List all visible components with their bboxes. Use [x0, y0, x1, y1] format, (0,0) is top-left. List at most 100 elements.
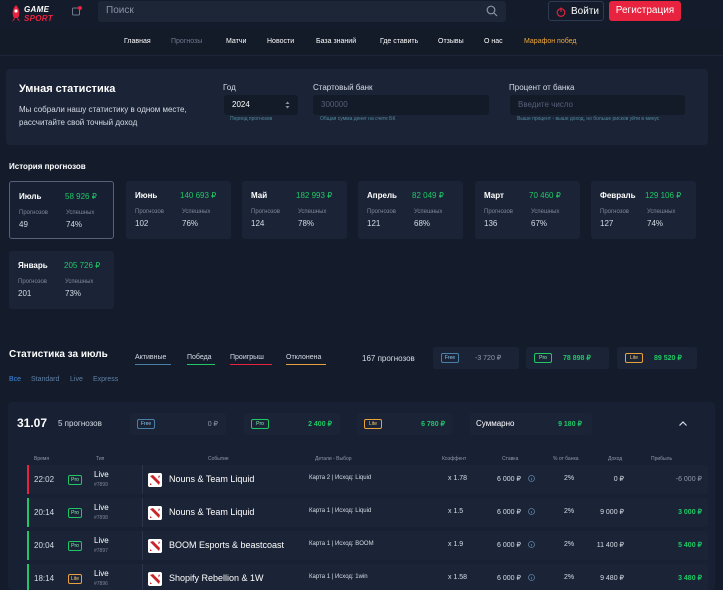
bank-input[interactable]: 300000 — [313, 95, 489, 115]
row-event: BOOM Esports & beastcoast — [169, 540, 285, 550]
year-select[interactable]: 2024 — [224, 95, 298, 115]
legend-active-line — [135, 364, 171, 365]
row-coef: x 1.58 — [448, 574, 468, 581]
success-label: Успешных — [65, 279, 94, 285]
row-kind: Live — [94, 470, 109, 479]
dota2-icon — [148, 572, 162, 586]
table-row[interactable]: 22:02 Pro Live #7899 Nouns & Team Liquid… — [27, 465, 708, 494]
logo-text-top: GAME — [24, 5, 50, 14]
chevron-up-icon[interactable] — [679, 421, 687, 426]
row-stake: 6 000 ₽ — [497, 542, 521, 549]
nav-news[interactable]: Новости — [267, 38, 294, 45]
nav-reviews[interactable]: Отзывы — [438, 38, 464, 45]
count-label: Прогнозов — [367, 209, 396, 215]
day-pro: Pro 2 400 ₽ — [244, 413, 340, 435]
row-pct: 2% — [564, 574, 575, 581]
month-success: 74% — [66, 220, 83, 229]
table-row[interactable]: 20:04 Pro Live #7897 BOOM Esports & beas… — [27, 531, 708, 560]
smart-stats-card: Умная статистика Мы собрали нашу статист… — [6, 69, 708, 145]
info-icon[interactable] — [528, 508, 535, 515]
row-time: 18:14 — [34, 574, 55, 583]
lite-tag: Lite — [364, 419, 382, 429]
nav-predictions[interactable]: Прогнозы — [171, 38, 202, 45]
info-icon[interactable] — [528, 574, 535, 581]
day-free: Free 0 ₽ — [130, 413, 226, 435]
filter-express[interactable]: Express — [93, 376, 118, 383]
month-name: Март — [484, 191, 504, 200]
legend-active[interactable]: Активные — [135, 354, 166, 361]
col-type: Тип — [96, 456, 105, 462]
register-button[interactable]: Регистрация — [609, 1, 681, 21]
table-row[interactable]: 20:14 Pro Live #7898 Nouns & Team Liquid… — [27, 498, 708, 527]
history-title: История прогнозов — [9, 162, 86, 171]
search-bar[interactable]: Поиск — [98, 1, 506, 22]
status-bar — [27, 465, 29, 494]
info-icon[interactable] — [528, 541, 535, 548]
month-card-january[interactable]: Январь 205 726 ₽ Прогнозов Успешных 201 … — [9, 251, 114, 309]
table-row[interactable]: 18:14 Lite Live #7896 Shopify Rebellion … — [27, 564, 708, 590]
power-icon — [556, 7, 566, 17]
month-name: Май — [251, 191, 268, 200]
filter-live[interactable]: Live — [70, 376, 83, 383]
success-label: Успешных — [647, 209, 676, 215]
count-label: Прогнозов — [19, 210, 48, 216]
search-icon[interactable] — [486, 5, 498, 17]
row-divider — [142, 465, 143, 494]
row-id: #7897 — [94, 548, 108, 554]
nav-home[interactable]: Главная — [124, 38, 151, 45]
month-card-july[interactable]: Июль 58 926 ₽ Прогнозов Успешных 49 74% — [9, 181, 114, 239]
month-profit: 205 726 ₽ — [64, 261, 101, 270]
lite-summary: Lite 89 520 ₽ — [617, 347, 697, 369]
notification-icon[interactable] — [72, 6, 82, 16]
count-label: Прогнозов — [18, 279, 47, 285]
info-icon[interactable] — [528, 475, 535, 482]
nav-where-bet[interactable]: Где ставить — [380, 38, 418, 45]
top-header: GAME SPORT Поиск Войти Регистрация — [0, 0, 723, 28]
month-profit: 129 106 ₽ — [645, 191, 682, 200]
row-kind: Live — [94, 536, 109, 545]
row-divider — [142, 531, 143, 560]
legend-rejected[interactable]: Отклонена — [286, 354, 321, 361]
legend-rejected-line — [286, 364, 326, 365]
legend-win[interactable]: Победа — [187, 354, 212, 361]
percent-placeholder: Введите число — [518, 100, 573, 109]
row-stake: 6 000 ₽ — [497, 509, 521, 516]
row-pct: 2% — [564, 508, 575, 515]
nav-matches[interactable]: Матчи — [226, 38, 246, 45]
row-event: Nouns & Team Liquid — [169, 507, 255, 517]
row-stake: 6 000 ₽ — [497, 575, 521, 582]
month-count: 121 — [367, 219, 381, 228]
day-pro-value: 2 400 ₽ — [308, 421, 332, 428]
month-card-march[interactable]: Март 70 460 ₽ Прогнозов Успешных 136 67% — [475, 181, 580, 239]
site-logo[interactable]: GAME SPORT — [10, 4, 56, 24]
month-count: 102 — [135, 219, 149, 228]
filter-all[interactable]: Все — [9, 376, 21, 383]
month-card-may[interactable]: Май 182 993 ₽ Прогнозов Успешных 124 78% — [242, 181, 347, 239]
row-event: Nouns & Team Liquid — [169, 474, 255, 484]
month-card-february[interactable]: Февраль 129 106 ₽ Прогнозов Успешных 127… — [591, 181, 696, 239]
smart-stats-desc: Мы собрали нашу статистику в одном месте… — [19, 105, 187, 127]
filter-standard[interactable]: Standard — [31, 376, 59, 383]
legend-loss[interactable]: Проигрыш — [230, 354, 264, 361]
nav-knowledge[interactable]: База знаний — [316, 38, 356, 45]
bank-label: Стартовый банк — [313, 83, 373, 92]
search-input[interactable]: Поиск — [106, 5, 134, 16]
month-card-april[interactable]: Апрель 82 049 ₽ Прогнозов Успешных 121 6… — [358, 181, 463, 239]
login-button[interactable]: Войти — [548, 1, 604, 21]
stats-title: Статистика за июль — [9, 349, 108, 360]
row-income: 9 000 ₽ — [600, 509, 624, 516]
month-count: 136 — [484, 219, 498, 228]
month-profit: 58 926 ₽ — [65, 192, 97, 201]
pro-value: 78 898 ₽ — [563, 355, 591, 362]
success-label: Успешных — [182, 209, 211, 215]
month-card-june[interactable]: Июнь 140 693 ₽ Прогнозов Успешных 102 76… — [126, 181, 231, 239]
success-label: Успешных — [414, 209, 443, 215]
count-label: Прогнозов — [484, 209, 513, 215]
dota2-icon — [148, 539, 162, 553]
nav-marathon[interactable]: Марафон побед — [524, 38, 577, 45]
month-success: 74% — [647, 219, 664, 228]
percent-input[interactable]: Введите число — [510, 95, 685, 115]
month-success: 73% — [65, 289, 82, 298]
nav-about[interactable]: О нас — [484, 38, 503, 45]
day-count: 5 прогнозов — [58, 419, 102, 428]
